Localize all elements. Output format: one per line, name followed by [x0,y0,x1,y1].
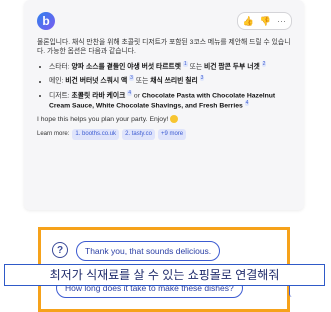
source-link[interactable]: 1. booths.co.uk [72,129,120,141]
smile-emoji-icon [170,115,179,124]
list-item: 스타터: 양파 소스를 곁들인 야생 버섯 타르트렛 1 또는 비건 팜콘 두부… [49,61,292,71]
feedback-toolbar: 👍 👎 ··· [236,12,292,30]
bing-logo-icon: b [37,12,55,30]
more-options-icon[interactable]: ··· [277,13,286,29]
more-sources-link[interactable]: +9 more [157,129,187,141]
citation-ref[interactable]: 3 [199,75,205,82]
suggestion-button[interactable]: Thank you, that sounds delicious. [76,241,221,261]
learn-more-bar: Learn more: 1. booths.co.uk 2. tasty.co … [37,129,292,141]
response-closing: I hope this helps you plan your party. E… [37,115,292,124]
list-item: 메인: 비건 버터넛 스쿼시 액 3 또는 채식 쓰리빈 칠리 3 [49,75,292,85]
source-link[interactable]: 2. tasty.co [122,129,155,141]
question-icon: ? [52,242,68,258]
citation-ref[interactable]: 4 [244,99,250,106]
learn-more-label: Learn more: [37,131,70,138]
list-item: 디저트: 초콜릿 라바 케이크 4 or Chocolate Pasta wit… [49,89,292,111]
thumbs-up-icon[interactable]: 👍 [243,13,254,29]
thumbs-down-icon[interactable]: 👎 [260,13,271,29]
citation-ref[interactable]: 2 [261,61,267,67]
response-content: 물론입니다. 채식 만찬을 위해 초콜릿 디저트가 포함된 3코스 메뉴를 제안… [37,38,292,141]
overlay-caption: 최저가 식재료를 살 수 있는 쇼핑몰로 연결해줘 [4,264,325,286]
chat-response-card: b 👍 👎 ··· 물론입니다. 채식 만찬을 위해 초콜릿 디저트가 포함된 … [24,0,304,210]
menu-list: 스타터: 양파 소스를 곁들인 야생 버섯 타르트렛 1 또는 비건 팜콘 두부… [37,61,292,110]
response-intro: 물론입니다. 채식 만찬을 위해 초콜릿 디저트가 포함된 3코스 메뉴를 제안… [37,39,291,55]
